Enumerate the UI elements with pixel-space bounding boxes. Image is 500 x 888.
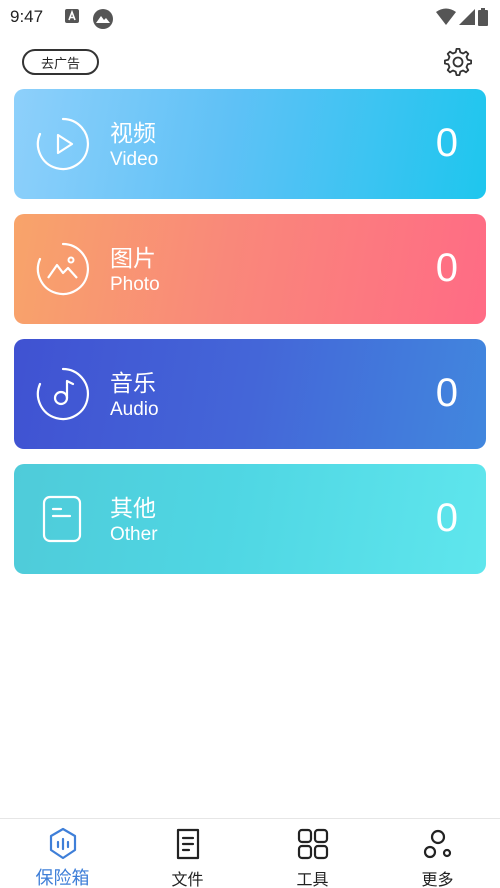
- more-icon: [423, 829, 451, 859]
- gear-icon: [444, 47, 472, 76]
- nav-label: 文件: [171, 870, 204, 888]
- category-subtitle: Photo: [110, 274, 160, 295]
- category-card-photo[interactable]: 图片 Photo 0: [14, 214, 486, 324]
- notification-app-icon: [64, 8, 80, 28]
- notification-mountain-icon: [92, 8, 114, 34]
- document-icon: [42, 495, 82, 543]
- settings-button[interactable]: [442, 46, 474, 78]
- nav-tab-more[interactable]: 更多: [375, 819, 500, 888]
- category-count: 0: [435, 371, 458, 415]
- nav-tab-tools[interactable]: 工具: [250, 819, 375, 888]
- category-subtitle: Other: [110, 524, 158, 545]
- category-subtitle: Audio: [110, 399, 159, 420]
- signal-icon: [458, 8, 476, 30]
- category-title: 图片: [110, 246, 156, 272]
- music-disc-icon: [36, 367, 89, 421]
- nav-label: 更多: [421, 870, 454, 888]
- category-card-other[interactable]: 其他 Other 0: [14, 464, 486, 574]
- bottom-navigation: 保险箱 文件 工具 更多: [0, 818, 500, 888]
- wifi-icon: [436, 8, 456, 30]
- vault-icon: [49, 827, 76, 860]
- category-title: 其他: [110, 496, 156, 522]
- category-count: 0: [435, 246, 458, 290]
- battery-icon: [478, 8, 488, 30]
- category-title: 音乐: [110, 371, 156, 397]
- status-time: 9:47: [10, 7, 44, 26]
- category-card-audio[interactable]: 音乐 Audio 0: [14, 339, 486, 449]
- file-icon: [176, 828, 199, 860]
- nav-tab-files[interactable]: 文件: [125, 819, 250, 888]
- status-bar: 9:47: [0, 0, 500, 36]
- photo-landscape-icon: [36, 242, 89, 296]
- nav-label: 工具: [296, 870, 329, 888]
- category-card-video[interactable]: 视频 Video 0: [14, 89, 486, 199]
- nav-tab-vault[interactable]: 保险箱: [0, 819, 125, 888]
- category-count: 0: [435, 121, 458, 165]
- grid-icon: [297, 828, 328, 860]
- category-subtitle: Video: [110, 149, 159, 170]
- category-count: 0: [435, 496, 458, 540]
- category-title: 视频: [110, 121, 156, 147]
- remove-ads-button[interactable]: 去广告: [22, 49, 99, 75]
- video-play-icon: [36, 117, 89, 171]
- nav-label: 保险箱: [35, 868, 90, 888]
